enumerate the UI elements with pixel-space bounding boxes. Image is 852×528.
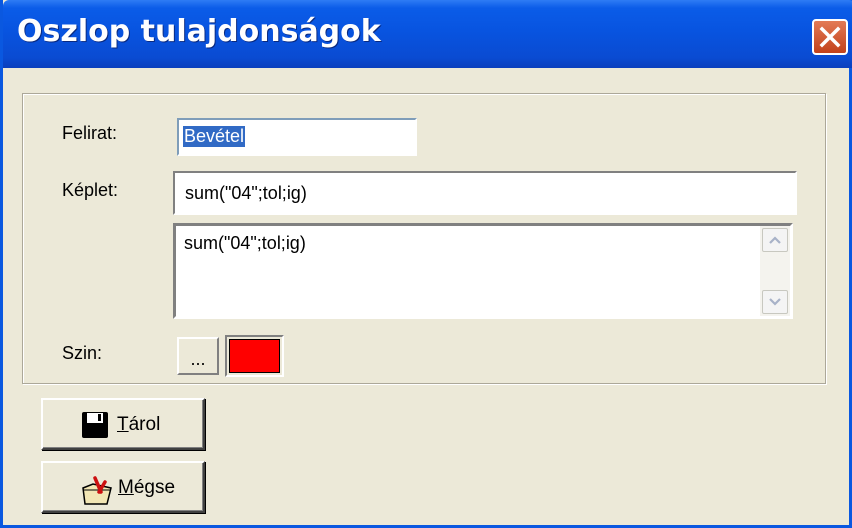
caption-value: Bevétel <box>183 126 246 147</box>
close-icon <box>819 26 841 48</box>
color-pick-button[interactable]: ... <box>177 337 219 375</box>
cancel-button[interactable]: Mégse <box>41 461 205 513</box>
cancel-label: égse <box>133 477 176 498</box>
formula-memo-value: sum("04";tol;ig) <box>184 233 306 253</box>
caption-input[interactable]: Bevétel <box>177 118 417 156</box>
window-title: Oszlop tulajdonságok <box>17 14 381 49</box>
close-button[interactable] <box>812 19 848 55</box>
save-button[interactable]: Tárol <box>41 398 205 450</box>
color-swatch[interactable] <box>225 335 284 377</box>
chevron-down-icon <box>769 298 781 306</box>
caption-label: Felirat: <box>62 123 118 143</box>
save-label: árol <box>128 414 161 435</box>
title-bar[interactable]: Oszlop tulajdonságok <box>3 0 852 68</box>
formula-memo[interactable]: sum("04";tol;ig) <box>173 223 793 319</box>
color-swatch-fill <box>229 339 280 373</box>
dialog-window: Oszlop tulajdonságok Felirat: Bevétel Ké… <box>0 0 852 528</box>
save-accel: T <box>117 414 129 435</box>
formula-input[interactable]: sum("04";tol;ig) <box>173 171 797 215</box>
folder-cancel-icon <box>82 476 112 505</box>
chevron-up-icon <box>769 236 781 244</box>
floppy-disk-icon <box>82 412 108 438</box>
color-label: Szin: <box>62 343 103 363</box>
scroll-up-button[interactable] <box>762 228 788 252</box>
cancel-accel: M <box>118 477 134 498</box>
formula-value: sum("04";tol;ig) <box>185 183 307 203</box>
scroll-down-button[interactable] <box>762 290 788 314</box>
formula-label: Képlet: <box>62 180 119 200</box>
memo-scrollbar[interactable] <box>760 226 790 316</box>
